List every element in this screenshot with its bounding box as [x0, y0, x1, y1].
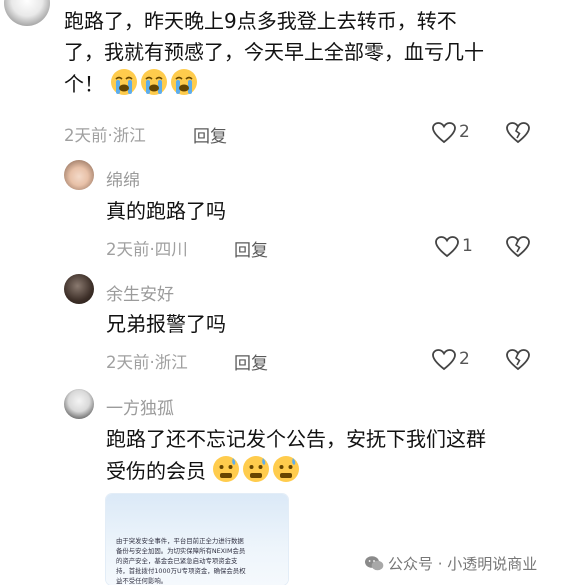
avatar[interactable]: [64, 389, 94, 419]
anxious-face-with-sweat-icon: [212, 455, 240, 492]
comment-line: 了，我就有预感了，今天早上全部零，血亏几十: [64, 40, 484, 64]
comment-text: 真的跑路了吗: [106, 199, 226, 223]
comment-text: 跑路了还不忘记发个公告，安抚下我们这群 受伤的会员: [106, 424, 566, 492]
comment-line: 受伤的会员: [106, 459, 206, 483]
comment-line: 跑路了，昨天晚上9点多我登上去转币，转不: [64, 9, 457, 33]
loudly-crying-face-icon: [170, 68, 198, 105]
comment-line: 个！: [64, 72, 104, 96]
notice-line: 由于突发安全事件，平台目前正全力进行数据: [116, 537, 244, 545]
comment-meta: 2天前·四川: [106, 240, 188, 259]
loudly-crying-face-icon: [110, 68, 138, 105]
like-count: 1: [462, 236, 473, 256]
avatar[interactable]: [4, 0, 50, 26]
avatar[interactable]: [64, 274, 94, 304]
notice-line: 备份与安全加固。为切实保障所有NEXIM会员: [116, 547, 246, 555]
like-count: 2: [459, 349, 470, 369]
anxious-face-with-sweat-icon: [242, 455, 270, 492]
username[interactable]: 一方独孤: [106, 394, 174, 419]
username[interactable]: 绵绵: [106, 166, 140, 191]
loudly-crying-face-icon: [140, 68, 168, 105]
comment-text: 跑路了，昨天晚上9点多我登上去转币，转不 了，我就有预感了，今天早上全部零，血亏…: [64, 6, 564, 105]
watermark-label: 公众号 · 小透明说商业: [388, 555, 538, 573]
heart-icon[interactable]: [431, 121, 457, 149]
anxious-face-with-sweat-icon: [272, 455, 300, 492]
reply-button[interactable]: 回复: [234, 349, 268, 374]
heart-icon[interactable]: [431, 348, 457, 376]
broken-heart-icon[interactable]: [505, 121, 531, 149]
like-count: 2: [459, 122, 470, 142]
attached-image[interactable]: 由于突发安全事件，平台目前正全力进行数据 备份与安全加固。为切实保障所有NEXI…: [106, 494, 288, 585]
comment-line: 跑路了还不忘记发个公告，安抚下我们这群: [106, 427, 486, 451]
wechat-icon: [364, 555, 384, 576]
username[interactable]: 余生安好: [106, 280, 174, 305]
notice-line: 持，首批拨付1000万U专项资金，确保会员权: [116, 567, 246, 575]
reply-button[interactable]: 回复: [234, 236, 268, 261]
reply-button[interactable]: 回复: [193, 122, 227, 147]
notice-text: 由于突发安全事件，平台目前正全力进行数据 备份与安全加固。为切实保障所有NEXI…: [116, 536, 280, 585]
broken-heart-icon[interactable]: [505, 348, 531, 376]
comment-text: 兄弟报警了吗: [106, 312, 226, 336]
heart-icon[interactable]: [434, 235, 460, 263]
notice-line: 的资产安全，基金会已紧急启动专项资金支: [116, 557, 238, 565]
notice-line: 益不受任何影响。: [116, 577, 168, 585]
watermark: 公众号 · 小透明说商业: [364, 553, 537, 576]
comment-meta: 2天前·浙江: [106, 353, 188, 372]
avatar[interactable]: [64, 160, 94, 190]
broken-heart-icon[interactable]: [505, 235, 531, 263]
comment-meta: 2天前·浙江: [64, 126, 146, 145]
